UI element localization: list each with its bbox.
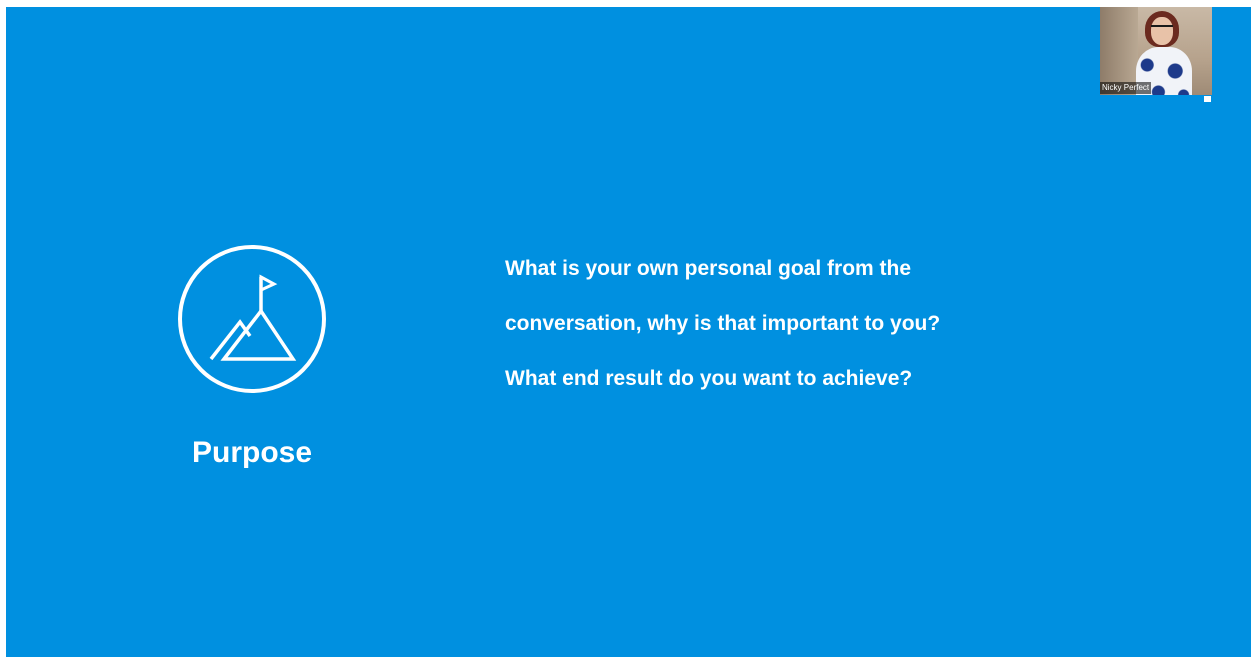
- participant-glasses: [1151, 25, 1173, 32]
- video-tile-handle[interactable]: [1204, 96, 1211, 102]
- question-line-3: What end result do you want to achieve?: [505, 367, 913, 390]
- purpose-title: Purpose: [191, 436, 313, 469]
- participant-name-label: Nicky Perfect: [1100, 82, 1152, 94]
- question-line-1: What is your own personal goal from the: [505, 257, 912, 280]
- question-line-2: conversation, why is that important to y…: [505, 312, 941, 335]
- question-text: What is your own personal goal from the …: [505, 255, 1065, 420]
- participant-video-tile[interactable]: Nicky Perfect: [1100, 7, 1212, 95]
- presentation-slide: Purpose What is your own personal goal f…: [6, 7, 1251, 657]
- mountain-flag-icon: [178, 245, 326, 393]
